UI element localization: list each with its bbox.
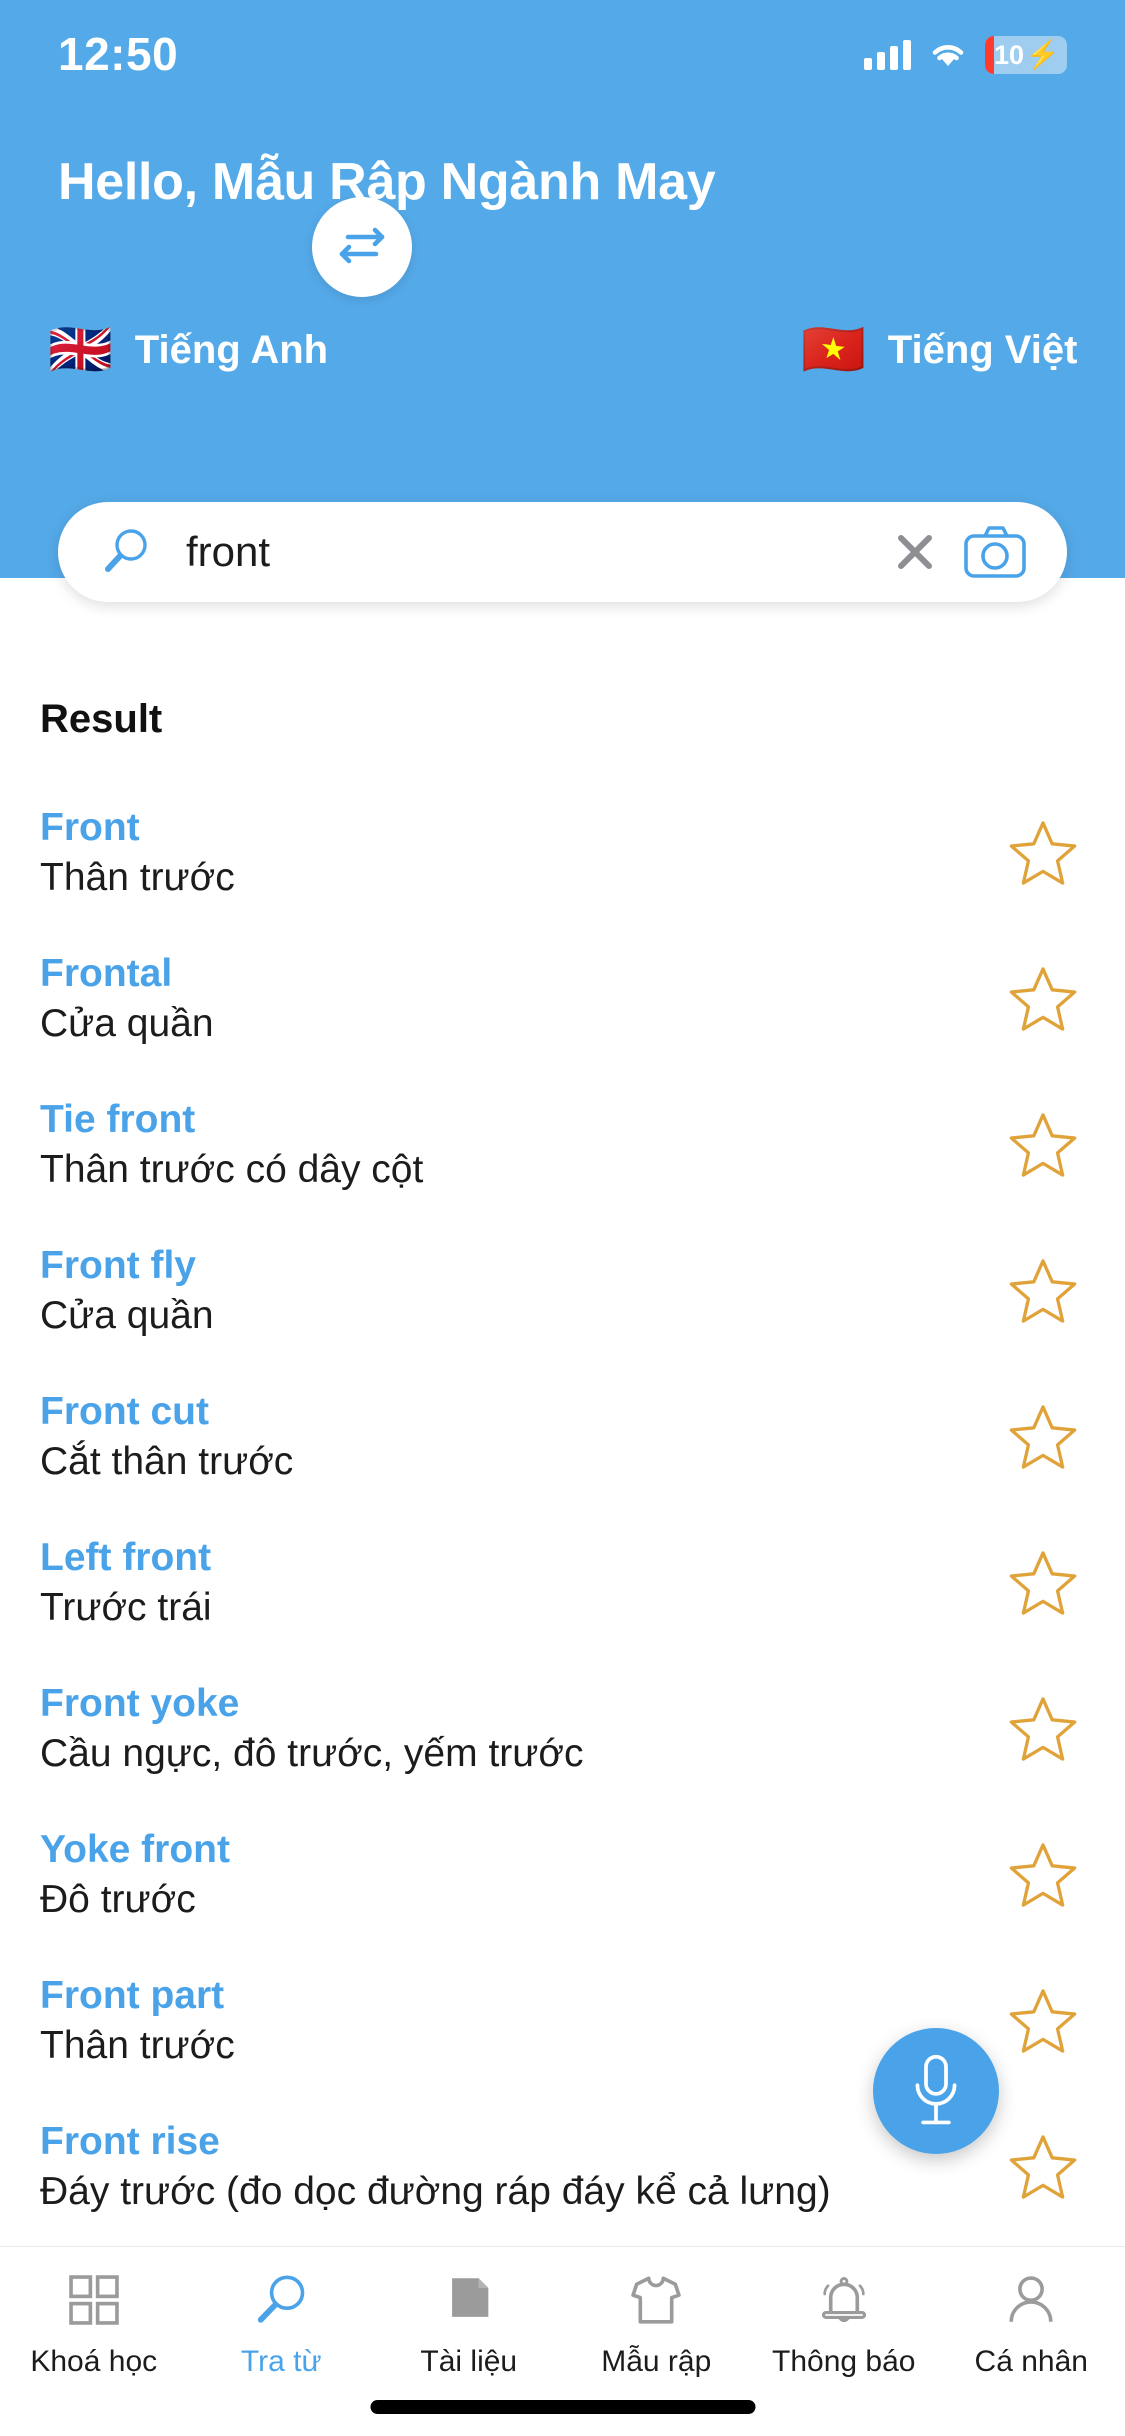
status-time: 12:50 bbox=[58, 28, 179, 80]
uk-flag-icon: 🇬🇧 bbox=[48, 321, 113, 379]
star-outline-icon[interactable] bbox=[1005, 815, 1081, 891]
source-language-label: Tiếng Anh bbox=[134, 327, 329, 372]
result-term: Frontal bbox=[40, 951, 173, 995]
tab-tra-tu[interactable]: Tra từ bbox=[188, 2269, 376, 2379]
charging-bolt-icon: ⚡ bbox=[1025, 39, 1060, 70]
search-input[interactable]: front bbox=[186, 528, 883, 576]
result-term: Tie front bbox=[40, 1097, 196, 1141]
tab-label: Thông báo bbox=[772, 2345, 916, 2378]
bottom-tab-bar: Khoá học Tra từ Tài liệu Mẫu rập Thông b… bbox=[0, 2246, 1125, 2436]
star-outline-icon[interactable] bbox=[1005, 961, 1081, 1037]
star-outline-icon[interactable] bbox=[1005, 1107, 1081, 1183]
target-language-label: Tiếng Việt bbox=[887, 327, 1078, 372]
star-outline-icon[interactable] bbox=[1005, 2129, 1081, 2205]
camera-icon bbox=[964, 526, 1026, 578]
result-meaning: Cầu ngực, đô trước, yếm trước bbox=[40, 1731, 584, 1775]
grid-icon bbox=[65, 2269, 123, 2331]
table-row[interactable]: Yoke front Đô trước bbox=[0, 1802, 1125, 1948]
result-meaning: Cắt thân trước bbox=[40, 1439, 294, 1483]
result-meaning: Thân trước bbox=[40, 2023, 235, 2067]
home-indicator bbox=[370, 2400, 755, 2414]
tab-thong-bao[interactable]: Thông báo bbox=[750, 2269, 938, 2379]
signal-bars-icon bbox=[864, 40, 911, 70]
close-icon bbox=[898, 535, 932, 569]
clear-search-button[interactable] bbox=[883, 520, 947, 584]
tab-label: Mẫu rập bbox=[601, 2345, 712, 2378]
source-language-button[interactable]: 🇬🇧 Tiếng Anh bbox=[0, 324, 362, 376]
result-term: Front cut bbox=[40, 1389, 209, 1433]
search-icon bbox=[252, 2269, 310, 2331]
result-term: Front part bbox=[40, 1973, 225, 2017]
result-meaning: Cửa quần bbox=[40, 1001, 214, 1045]
result-meaning: Đáy trước (đo dọc đường ráp đáy kể cả lư… bbox=[40, 2169, 831, 2213]
table-row[interactable]: Front yoke Cầu ngực, đô trước, yếm trước bbox=[0, 1656, 1125, 1802]
search-icon bbox=[105, 529, 147, 572]
result-meaning: Thân trước bbox=[40, 855, 235, 899]
app-header: 12:50 10 ⚡ Hello, Mẫu Rập Ngành May 🇬🇧 T… bbox=[0, 0, 1125, 578]
star-outline-icon[interactable] bbox=[1005, 1691, 1081, 1767]
result-meaning: Thân trước có dây cột bbox=[40, 1147, 424, 1191]
tab-label: Tài liệu bbox=[420, 2345, 518, 2378]
tab-ca-nhan[interactable]: Cá nhân bbox=[938, 2269, 1125, 2379]
star-outline-icon[interactable] bbox=[1005, 1399, 1081, 1475]
table-row[interactable]: Frontal Cửa quần bbox=[0, 926, 1125, 1072]
voice-search-button[interactable] bbox=[873, 2028, 999, 2154]
star-outline-icon[interactable] bbox=[1005, 1837, 1081, 1913]
battery-icon: 10 ⚡ bbox=[985, 36, 1067, 74]
result-meaning: Cửa quần bbox=[40, 1293, 214, 1337]
star-outline-icon[interactable] bbox=[1005, 1545, 1081, 1621]
battery-percent: 10 bbox=[994, 39, 1025, 70]
tab-tai-lieu[interactable]: Tài liệu bbox=[375, 2269, 563, 2379]
bell-icon bbox=[815, 2269, 873, 2331]
result-term: Front bbox=[40, 805, 140, 849]
table-row[interactable]: Front Thân trước bbox=[0, 780, 1125, 926]
results-heading: Result bbox=[40, 697, 163, 741]
result-term: Front rise bbox=[40, 2119, 220, 2163]
tab-label: Cá nhân bbox=[974, 2345, 1088, 2378]
star-outline-icon[interactable] bbox=[1005, 1253, 1081, 1329]
swap-horizontal-icon bbox=[339, 227, 385, 264]
document-icon bbox=[440, 2269, 498, 2331]
table-row[interactable]: Tie front Thân trước có dây cột bbox=[0, 1072, 1125, 1218]
tab-label: Tra từ bbox=[240, 2345, 322, 2378]
vietnam-flag-icon: 🇻🇳 bbox=[801, 321, 866, 379]
tab-label: Khoá học bbox=[30, 2345, 158, 2378]
microphone-icon bbox=[915, 2054, 957, 2125]
wifi-icon bbox=[932, 45, 964, 66]
result-term: Left front bbox=[40, 1535, 212, 1579]
star-outline-icon[interactable] bbox=[1005, 1983, 1081, 2059]
table-row[interactable]: Left front Trước trái bbox=[0, 1510, 1125, 1656]
person-icon bbox=[1002, 2269, 1060, 2331]
tshirt-icon bbox=[627, 2269, 685, 2331]
table-row[interactable]: Front cut Cắt thân trước bbox=[0, 1364, 1125, 1510]
target-language-button[interactable]: 🇻🇳 Tiếng Việt bbox=[763, 324, 1125, 376]
tab-khoa-hoc[interactable]: Khoá học bbox=[0, 2269, 188, 2379]
result-meaning: Trước trái bbox=[40, 1585, 212, 1629]
result-meaning: Đô trước bbox=[40, 1877, 196, 1921]
status-indicators: 10 ⚡ bbox=[864, 36, 1067, 74]
result-term: Yoke front bbox=[40, 1827, 230, 1871]
swap-languages-button[interactable] bbox=[312, 197, 412, 297]
result-term: Front fly bbox=[40, 1243, 196, 1287]
results-list: Front Thân trước Frontal Cửa quần Tie fr… bbox=[0, 780, 1125, 2240]
result-term: Front yoke bbox=[40, 1681, 240, 1725]
search-bar[interactable]: front bbox=[58, 502, 1067, 602]
language-selector-row: 🇬🇧 Tiếng Anh 🇻🇳 Tiếng Việt bbox=[0, 300, 1125, 400]
status-bar: 12:50 10 ⚡ bbox=[0, 0, 1125, 100]
table-row[interactable]: Front fly Cửa quần bbox=[0, 1218, 1125, 1364]
tab-mau-rap[interactable]: Mẫu rập bbox=[563, 2269, 751, 2379]
camera-search-button[interactable] bbox=[959, 516, 1031, 588]
